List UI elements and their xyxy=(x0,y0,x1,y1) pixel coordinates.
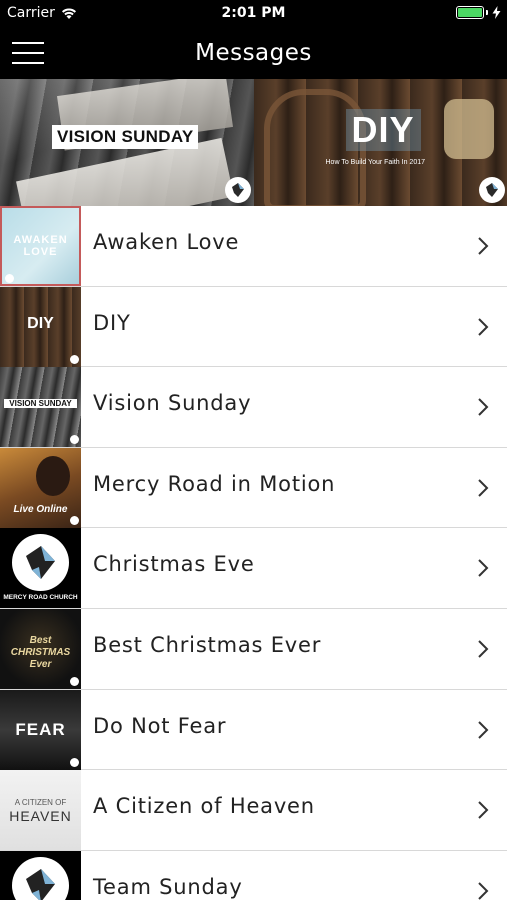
chevron-right-icon xyxy=(478,317,489,336)
thumbnail-text: HEAVEN xyxy=(9,808,72,825)
message-title: Christmas Eve xyxy=(93,552,255,577)
message-title: DIY xyxy=(93,310,131,335)
thumbnail-text: Best CHRISTMAS Ever xyxy=(10,634,71,670)
church-logo-icon xyxy=(12,856,69,900)
thumbnail-text: AWAKEN LOVE xyxy=(13,234,68,258)
list-item[interactable]: A CITIZEN OF HEAVEN A Citizen of Heaven xyxy=(0,770,507,851)
list-item[interactable]: AWAKEN LOVE Awaken Love xyxy=(0,206,507,287)
list-item[interactable]: Team Sunday xyxy=(0,850,507,900)
battery-tip xyxy=(486,10,488,15)
message-thumbnail: VISION SUNDAY xyxy=(0,367,81,448)
message-title: Mercy Road in Motion xyxy=(93,471,336,496)
church-logo-icon xyxy=(478,177,505,203)
featured-diy-subtitle: How To Build Your Faith In 2017 xyxy=(325,159,426,166)
list-item[interactable]: Live Online Mercy Road in Motion xyxy=(0,447,507,529)
thumbnail-text: FEAR xyxy=(15,719,66,739)
chevron-right-icon xyxy=(478,398,489,416)
church-logo-icon xyxy=(70,354,79,364)
list-item[interactable]: MERCY ROAD CHURCH Christmas Eve xyxy=(0,528,507,609)
message-title: Awaken Love xyxy=(93,230,240,254)
church-logo-icon xyxy=(5,274,14,283)
message-thumbnail: FEAR xyxy=(0,689,81,770)
messages-list: AWAKEN LOVE Awaken Love DIY DIY VISION S… xyxy=(0,206,507,900)
clock: 2:01 PM xyxy=(221,5,286,21)
church-logo-icon xyxy=(70,757,79,767)
thumbnail-text: DIY xyxy=(27,314,54,332)
charging-bolt-icon xyxy=(492,6,501,19)
chevron-right-icon xyxy=(478,479,489,497)
battery-icon xyxy=(456,6,484,19)
featured-banner: VISION SUNDAY DIY How To Build Your Fait… xyxy=(0,79,507,206)
church-logo-icon xyxy=(225,177,251,203)
featured-diy[interactable]: DIY How To Build Your Faith In 2017 xyxy=(253,79,507,206)
chevron-right-icon xyxy=(478,801,489,819)
chevron-right-icon xyxy=(478,882,489,900)
status-bar: Carrier 2:01 PM xyxy=(0,0,507,28)
church-logo-icon xyxy=(12,534,69,592)
message-thumbnail: DIY xyxy=(0,286,81,367)
message-title: A Citizen of Heaven xyxy=(93,794,315,819)
navigation-bar: Messages xyxy=(0,28,507,79)
chevron-right-icon xyxy=(478,640,489,658)
church-logo-icon xyxy=(70,515,79,525)
thumbnail-text: A CITIZEN OF xyxy=(14,798,67,808)
battery-level xyxy=(458,8,482,17)
page-title: Messages xyxy=(195,40,312,66)
church-logo-icon xyxy=(70,435,79,445)
message-thumbnail: Live Online xyxy=(0,447,81,528)
chevron-right-icon xyxy=(478,237,489,255)
thumbnail-text: VISION SUNDAY xyxy=(4,399,77,409)
list-item[interactable]: DIY DIY xyxy=(0,286,507,368)
message-thumbnail xyxy=(0,850,81,900)
chevron-right-icon xyxy=(478,559,489,578)
message-title: Do Not Fear xyxy=(93,713,227,738)
featured-vision-sunday[interactable]: VISION SUNDAY xyxy=(0,79,254,206)
message-title: Team Sunday xyxy=(93,874,243,899)
message-thumbnail: AWAKEN LOVE xyxy=(0,206,81,286)
list-item[interactable]: Best CHRISTMAS Ever Best Christmas Ever xyxy=(0,608,507,690)
church-logo-icon xyxy=(70,676,79,686)
list-item[interactable]: FEAR Do Not Fear xyxy=(0,689,507,771)
thumbnail-text: Live Online xyxy=(13,503,68,515)
featured-vision-sunday-label: VISION SUNDAY xyxy=(52,125,199,149)
featured-diy-label: DIY xyxy=(345,109,421,151)
message-title: Vision Sunday xyxy=(93,391,252,416)
message-thumbnail: MERCY ROAD CHURCH xyxy=(0,528,81,609)
message-thumbnail: A CITIZEN OF HEAVEN xyxy=(0,770,81,851)
person-photo xyxy=(36,455,70,496)
thumbnail-text: MERCY ROAD CHURCH xyxy=(3,594,78,602)
message-thumbnail: Best CHRISTMAS Ever xyxy=(0,608,81,689)
message-title: Best Christmas Ever xyxy=(93,632,322,657)
battery-indicator xyxy=(456,6,501,19)
list-item[interactable]: VISION SUNDAY Vision Sunday xyxy=(0,367,507,448)
chevron-right-icon xyxy=(478,720,489,739)
